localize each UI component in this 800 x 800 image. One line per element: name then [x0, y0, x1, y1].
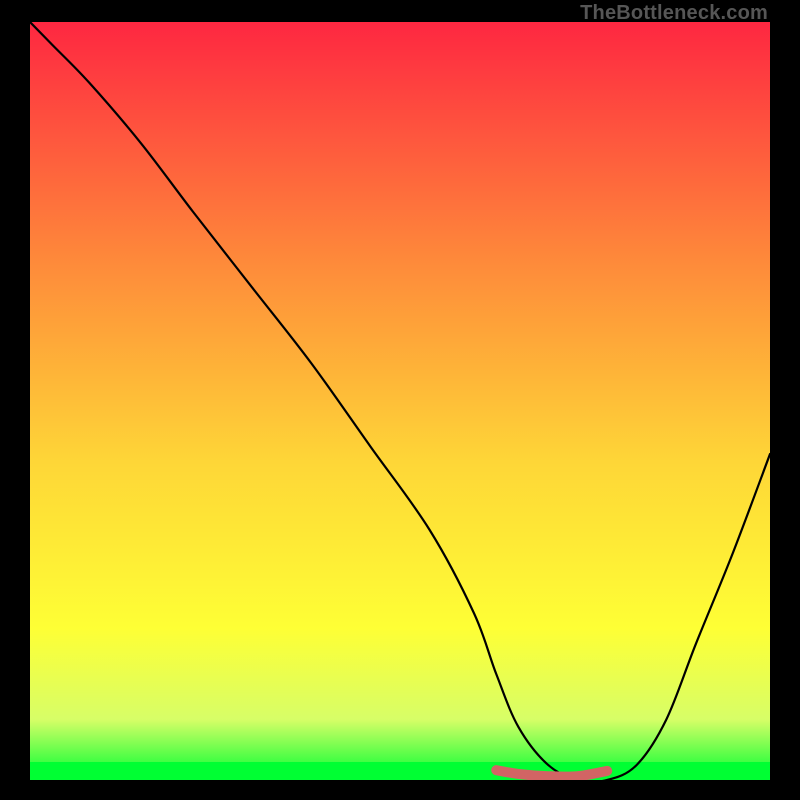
chart-frame — [30, 22, 770, 780]
watermark-text: TheBottleneck.com — [580, 2, 768, 25]
green-baseline-band — [30, 762, 770, 780]
gradient-background — [30, 22, 770, 780]
bottleneck-chart — [30, 22, 770, 780]
